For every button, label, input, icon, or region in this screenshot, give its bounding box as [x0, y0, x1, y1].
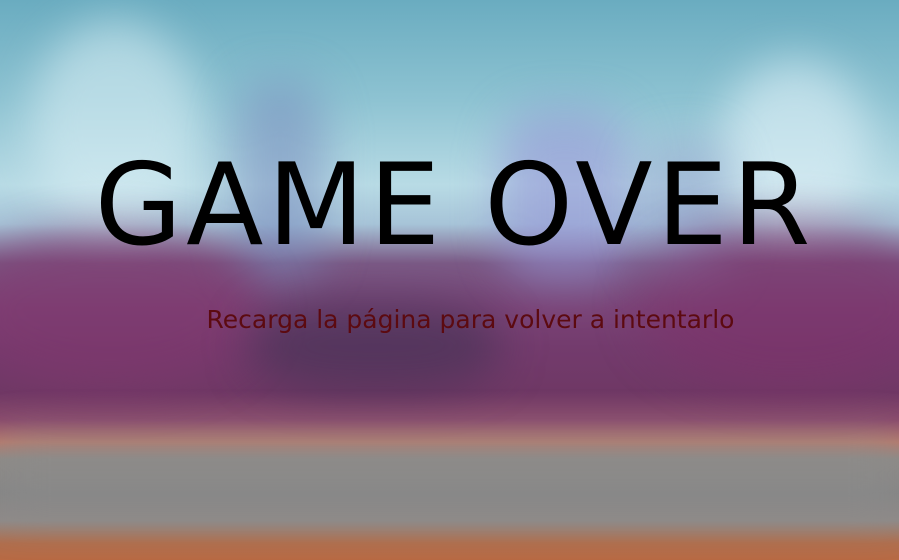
reload-message: Recarga la página para volver a intentar… — [206, 305, 735, 334]
game-over-screen: GAME OVER Recarga la página para volver … — [0, 0, 899, 560]
game-over-title: GAME OVER — [94, 139, 815, 271]
blurred-road — [0, 440, 899, 510]
